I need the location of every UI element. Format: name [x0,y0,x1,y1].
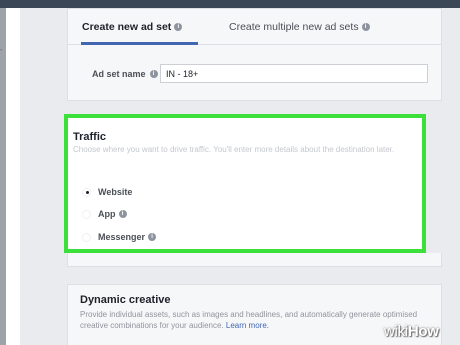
radio-button-checked[interactable] [82,187,91,197]
website-label: Website [98,187,133,197]
tab-create-new-ad-set-label: Create new ad set [82,21,172,33]
top-bar [0,0,460,8]
traffic-section: Traffic Choose where you want to drive t… [64,114,426,253]
info-icon[interactable]: i [361,23,370,31]
app-label: App [98,209,116,219]
info-icon[interactable]: i [118,210,127,218]
active-tab-indicator [81,42,198,45]
radio-button[interactable] [82,232,91,242]
traffic-card-continuation [67,253,442,267]
watermark-suffix: How [407,323,439,340]
left-panel-edge [6,8,20,345]
radio-option-label: Messenger i [98,232,157,242]
radio-option-website[interactable]: Website [82,187,132,197]
tab-create-multiple-ad-sets[interactable]: Create multiple new ad sets i [229,21,370,33]
radio-option-label: App i [98,209,127,219]
wikihow-watermark: wikiHow [384,323,439,340]
dynamic-creative-description: Provide individual assets, such as image… [80,309,430,331]
radio-option-label: Website [98,187,132,197]
ad-set-name-row: Ad set name i [92,69,158,79]
ad-set-card: Create new ad set i Create multiple new … [67,8,442,101]
dynamic-creative-title: Dynamic creative [80,294,171,306]
info-icon[interactable]: i [174,23,183,31]
traffic-description: Choose where you want to drive traffic. … [73,145,395,154]
learn-more-link[interactable]: Learn more. [226,321,269,330]
info-icon[interactable]: i [149,70,158,78]
tab-create-multiple-ad-sets-label: Create multiple new ad sets [229,21,359,33]
tab-create-new-ad-set[interactable]: Create new ad set i [82,21,183,33]
traffic-title: Traffic [73,131,107,143]
radio-option-messenger[interactable]: Messenger i [82,232,157,242]
radio-option-app[interactable]: App i [82,209,127,219]
watermark-prefix: wiki [384,323,408,340]
messenger-label: Messenger [98,232,146,242]
radio-button[interactable] [82,209,91,219]
ad-set-tabs: Create new ad set i Create multiple new … [68,9,441,45]
left-panel-mark: ˎ [0,42,3,51]
ad-set-name-input[interactable] [160,64,428,83]
ad-set-name-label: Ad set name [92,69,146,79]
info-icon[interactable]: i [148,233,157,241]
